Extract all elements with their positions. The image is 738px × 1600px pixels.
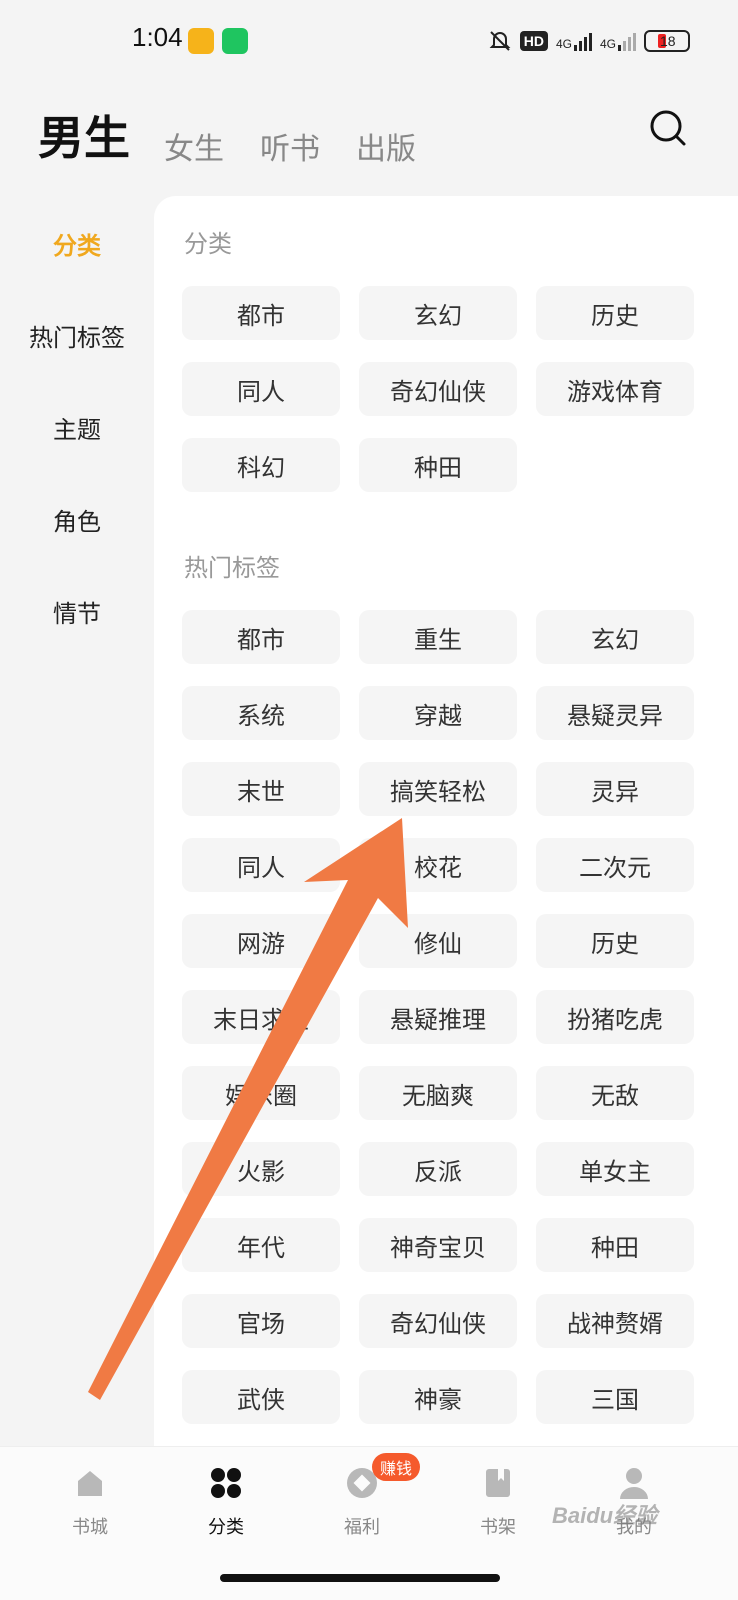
- hot-tag-chip[interactable]: 二次元: [536, 838, 694, 892]
- hot-tag-chip[interactable]: 无脑爽: [359, 1066, 517, 1120]
- category-chip[interactable]: 都市: [182, 286, 340, 340]
- hot-tag-chip[interactable]: 神豪: [359, 1370, 517, 1424]
- hot-tag-chip[interactable]: 火影: [182, 1142, 340, 1196]
- tab-publishing[interactable]: 出版: [356, 124, 416, 190]
- content-panel: 分类 都市 玄幻 历史 同人 奇幻仙侠 游戏体育 科幻 种田 热门标签 都市 重生 玄幻 系统 穿越悬…: [154, 196, 738, 1496]
- sidebar-item-category[interactable]: 分类: [0, 226, 154, 261]
- hot-tag-chip[interactable]: 战神赘婿: [536, 1294, 694, 1348]
- mute-bell-icon: [489, 31, 511, 51]
- hot-tag-chip[interactable]: 悬疑推理: [359, 990, 517, 1044]
- tab-label: 书架: [480, 1517, 516, 1537]
- hot-tag-chip[interactable]: 扮猪吃虎: [536, 990, 694, 1044]
- hot-tag-chip[interactable]: 修仙: [359, 914, 517, 968]
- hot-tag-chip[interactable]: 穿越: [359, 686, 517, 740]
- category-chip[interactable]: 同人: [182, 362, 340, 416]
- category-chip[interactable]: 游戏体育: [536, 362, 694, 416]
- category-grid: 都市 玄幻 历史同人 奇幻仙侠 游戏体育科幻 种田: [182, 286, 696, 492]
- search-icon[interactable]: [648, 108, 688, 148]
- category-chip[interactable]: 奇幻仙侠: [359, 362, 517, 416]
- hot-tag-chip[interactable]: 末日求生: [182, 990, 340, 1044]
- section-title-hot-tags: 热门标签: [184, 555, 280, 582]
- tab-label: 福利: [344, 1517, 380, 1537]
- status-indicators: HD 4G 4G 18: [488, 26, 690, 56]
- hot-tag-chip[interactable]: 末世: [182, 762, 340, 816]
- status-time: 1:04: [132, 22, 183, 52]
- category-chip[interactable]: 科幻: [182, 438, 340, 492]
- sidebar-item-hot-tags[interactable]: 热门标签: [0, 318, 154, 353]
- hot-tag-chip[interactable]: 单女主: [536, 1142, 694, 1196]
- hot-tag-chip[interactable]: 奇幻仙侠: [359, 1294, 517, 1348]
- grid-icon: [211, 1468, 241, 1498]
- hot-tag-chip[interactable]: 三国: [536, 1370, 694, 1424]
- category-chip[interactable]: 种田: [359, 438, 517, 492]
- hot-tag-chip[interactable]: 网游: [182, 914, 340, 968]
- section-title-category: 分类: [184, 231, 232, 258]
- hot-tag-chip[interactable]: 系统: [182, 686, 340, 740]
- hot-tag-chip[interactable]: 都市: [182, 610, 340, 664]
- home-indicator[interactable]: [220, 1574, 500, 1582]
- hot-tag-chip[interactable]: 灵异: [536, 762, 694, 816]
- tab-label: 书城: [72, 1517, 108, 1537]
- hot-tag-chip[interactable]: 玄幻: [536, 610, 694, 664]
- signal-icon: 4G: [556, 31, 592, 51]
- sidebar-item-theme[interactable]: 主题: [0, 410, 154, 445]
- hot-tag-chip[interactable]: 年代: [182, 1218, 340, 1272]
- category-chip[interactable]: 玄幻: [359, 286, 517, 340]
- watermark-logo: Baidu经验: [552, 1503, 658, 1528]
- tab-bookshelf[interactable]: 书架: [448, 1465, 548, 1539]
- hot-tag-chip[interactable]: 种田: [536, 1218, 694, 1272]
- tab-female[interactable]: 女生: [164, 124, 224, 190]
- hot-tag-chip[interactable]: 校花: [359, 838, 517, 892]
- hot-tag-chip[interactable]: 历史: [536, 914, 694, 968]
- wechat-app-icon: [222, 28, 248, 54]
- tab-label: 分类: [208, 1517, 244, 1537]
- hot-tag-chip[interactable]: 反派: [359, 1142, 517, 1196]
- hot-tag-chip[interactable]: 神奇宝贝: [359, 1218, 517, 1272]
- home-icon: [78, 1471, 102, 1496]
- notes-app-icon: [188, 28, 214, 54]
- hot-tag-chip[interactable]: 武侠: [182, 1370, 340, 1424]
- signal-icon-2: 4G: [600, 31, 636, 51]
- hot-tag-chip[interactable]: 重生: [359, 610, 517, 664]
- status-bar: 1:04 HD 4G 4G 18: [0, 0, 738, 80]
- hot-tag-chip[interactable]: 悬疑灵异: [536, 686, 694, 740]
- hot-tag-chip[interactable]: 娱乐圈: [182, 1066, 340, 1120]
- user-icon: [620, 1468, 648, 1499]
- sidebar-item-role[interactable]: 角色: [0, 502, 154, 537]
- tab-bookstore[interactable]: 书城: [40, 1465, 140, 1539]
- category-chip[interactable]: 历史: [536, 286, 694, 340]
- book-icon: [486, 1469, 510, 1497]
- hot-tags-grid: 都市 重生 玄幻系统 穿越 悬疑灵异末世 搞笑轻松 灵异同人 校花 二次元网游 修仙 历史末日求生悬…: [182, 610, 696, 1424]
- hot-tag-chip[interactable]: 搞笑轻松: [359, 762, 517, 816]
- sidebar-item-plot[interactable]: 情节: [0, 594, 154, 629]
- tab-male[interactable]: 男生: [38, 102, 130, 190]
- hot-tag-chip[interactable]: 无敌: [536, 1066, 694, 1120]
- top-nav: 男生 女生 听书 出版: [0, 90, 738, 190]
- tab-audiobook[interactable]: 听书: [260, 124, 320, 190]
- hot-tag-chip[interactable]: 官场: [182, 1294, 340, 1348]
- hot-tag-chip[interactable]: 同人: [182, 838, 340, 892]
- tab-category[interactable]: 分类: [176, 1465, 276, 1539]
- hd-badge: HD: [519, 31, 548, 51]
- battery-icon: 18: [644, 30, 690, 52]
- earn-badge: 赚钱: [372, 1453, 421, 1481]
